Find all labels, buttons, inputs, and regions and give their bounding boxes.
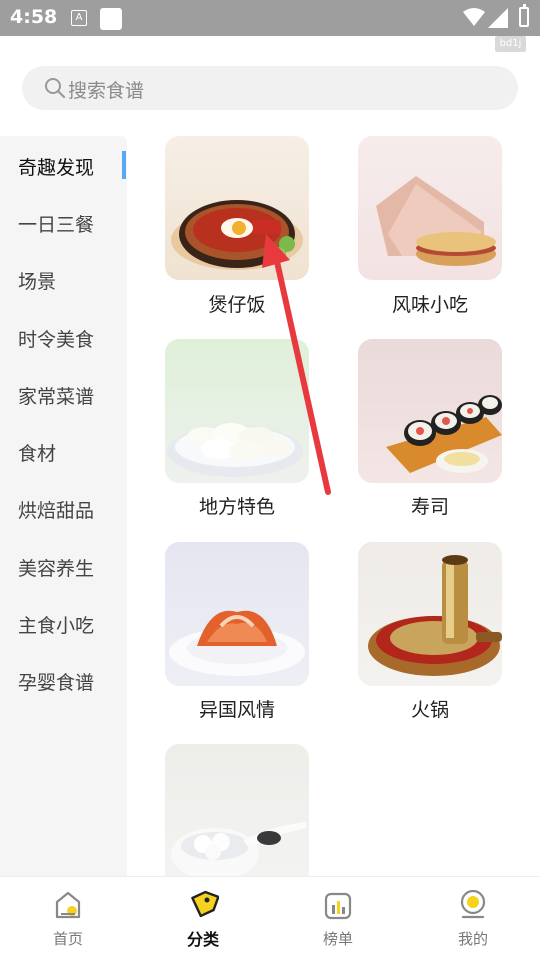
chart-icon xyxy=(324,892,352,920)
home-icon xyxy=(55,891,81,919)
profile-icon xyxy=(460,890,486,919)
tab-ranking[interactable]: 榜单 xyxy=(298,888,378,950)
tab-mine[interactable]: 我的 xyxy=(433,888,513,950)
tab-home-label: 首页 xyxy=(52,930,83,948)
tab-category[interactable]: 分类 xyxy=(163,888,243,950)
tab-mine-label: 我的 xyxy=(457,930,488,948)
tab-ranking-label: 榜单 xyxy=(322,930,353,948)
category-tag-icon xyxy=(191,890,219,918)
tab-category-label: 分类 xyxy=(186,930,219,949)
tab-home[interactable]: 首页 xyxy=(28,888,108,950)
annotation-arrow xyxy=(262,234,331,495)
